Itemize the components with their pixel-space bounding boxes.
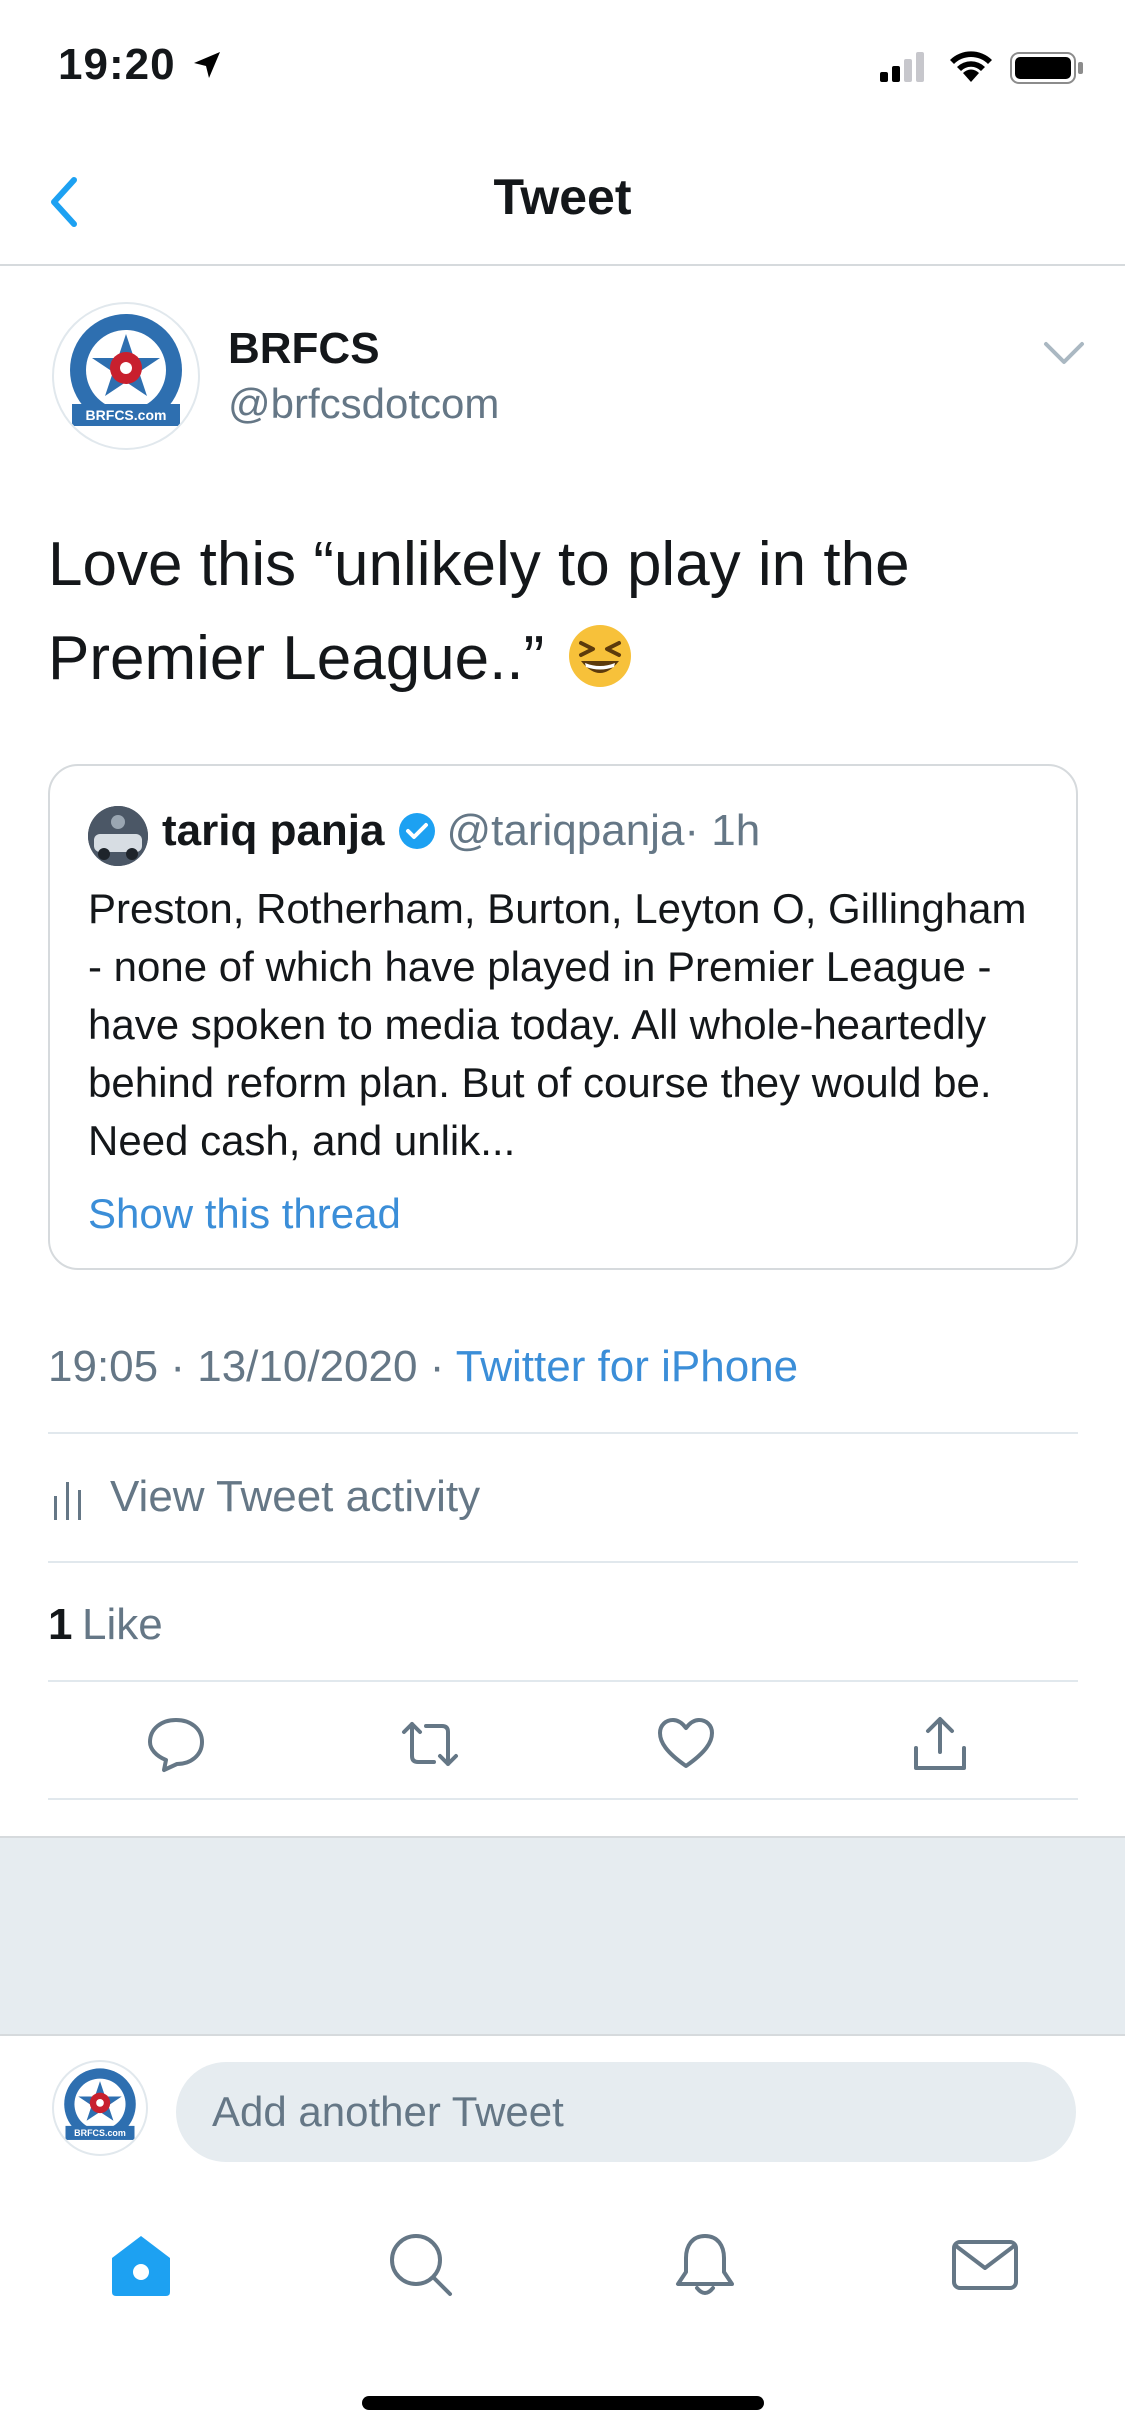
empty-replies-area (0, 1836, 1125, 2036)
location-arrow-icon (194, 52, 220, 78)
home-icon[interactable] (106, 2230, 176, 2300)
grinning-squinting-face-emoji (569, 625, 632, 687)
likes-row[interactable]: 1 Like (48, 1562, 1078, 1680)
likes-label: Like (82, 1600, 163, 1649)
tab-bar (0, 2200, 1125, 2340)
chevron-down-icon[interactable] (1042, 338, 1086, 368)
tweet-text: Love this “unlikely to play in the Premi… (48, 518, 1078, 706)
tweet-action-bar (48, 1682, 1078, 1800)
brfcs-logo-icon: BRFCS.com (64, 2068, 136, 2140)
quote-name: tariq panja (162, 806, 385, 855)
quote-header: tariq panja @tariqpanja· 1h (162, 806, 760, 856)
tweet-time: 19:05 (48, 1342, 159, 1391)
quote-handle: @tariqpanja (446, 806, 685, 855)
meta-separator: · (429, 1342, 445, 1391)
tweet-source-link[interactable]: Twitter for iPhone (456, 1342, 798, 1391)
heart-icon[interactable] (656, 1714, 716, 1774)
status-bar: 19:20 (0, 0, 1125, 140)
tweet-date: 13/10/2020 (197, 1342, 418, 1391)
quote-time: · 1h (684, 806, 761, 855)
brfcs-logo-icon: BRFCS.com (70, 314, 182, 426)
show-thread-link[interactable]: Show this thread (88, 1190, 401, 1238)
verified-badge-icon (398, 813, 435, 849)
quoted-tweet-card[interactable]: tariq panja @tariqpanja· 1h Preston, Rot… (48, 764, 1078, 1270)
home-indicator (362, 2396, 764, 2410)
share-icon[interactable] (910, 1714, 970, 1774)
tweet-meta: 19:05 · 13/10/2020 · Twitter for iPhone (48, 1342, 798, 1392)
author-handle[interactable]: @brfcsdotcom (228, 380, 499, 428)
mail-icon[interactable] (950, 2230, 1020, 2300)
user-avatar[interactable]: BRFCS.com (52, 2060, 148, 2156)
meta-separator: · (170, 1342, 185, 1391)
activity-chart-icon (54, 1482, 81, 1520)
status-time: 19:20 (58, 40, 176, 89)
likes-count: 1 (48, 1600, 73, 1649)
author-avatar[interactable]: BRFCS.com (52, 302, 200, 450)
battery-icon (1010, 52, 1083, 84)
add-tweet-input[interactable]: Add another Tweet (176, 2062, 1076, 2162)
view-activity-label: View Tweet activity (110, 1472, 481, 1521)
tweet-body: Love this “unlikely to play in the Premi… (48, 530, 910, 693)
nav-bar: Tweet (0, 140, 1125, 266)
author-name[interactable]: BRFCS (228, 324, 380, 374)
divider (48, 1798, 1078, 1800)
quote-text: Preston, Rotherham, Burton, Leyton O, Gi… (88, 885, 1027, 1164)
bell-icon[interactable] (670, 2230, 740, 2300)
svg-text:BRFCS.com: BRFCS.com (86, 407, 167, 423)
svg-text:BRFCS.com: BRFCS.com (74, 2128, 126, 2138)
search-icon[interactable] (386, 2230, 456, 2300)
wifi-icon (950, 51, 992, 82)
reply-icon[interactable] (146, 1714, 206, 1774)
view-activity-button[interactable]: View Tweet activity (48, 1434, 1078, 1562)
quote-avatar (88, 806, 148, 866)
page-title: Tweet (493, 169, 632, 225)
retweet-icon[interactable] (400, 1714, 460, 1774)
cellular-signal-icon (880, 52, 924, 82)
